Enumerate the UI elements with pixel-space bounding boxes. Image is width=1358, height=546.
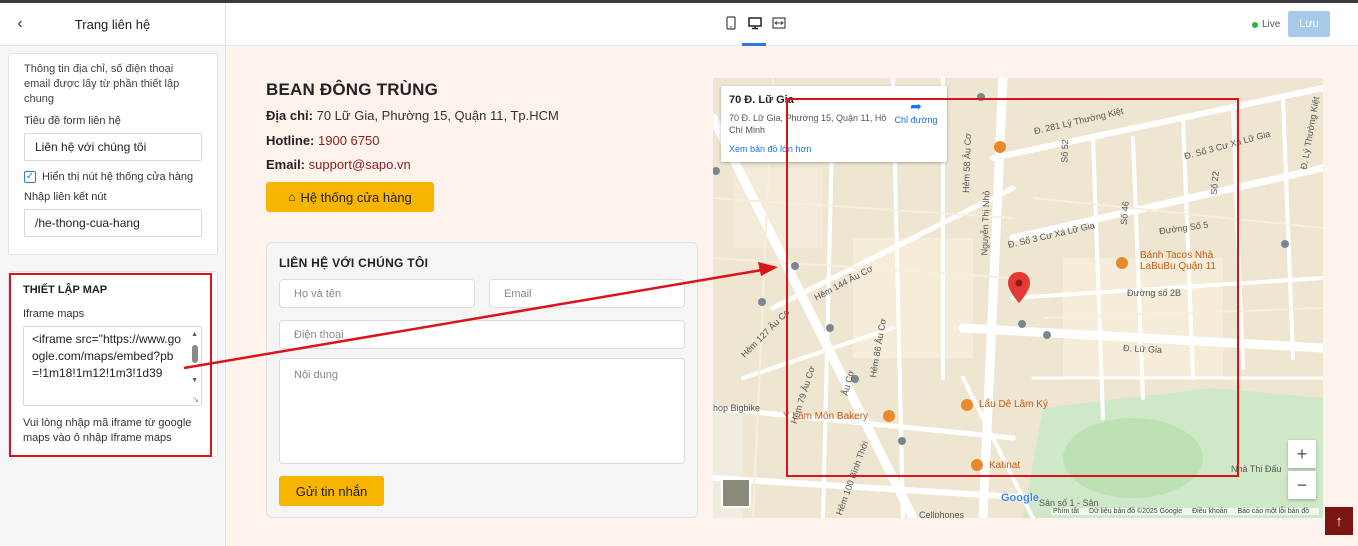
live-status: Live <box>1252 19 1280 30</box>
fullwidth-icon[interactable] <box>772 15 786 31</box>
terms-link[interactable]: Điều khoản <box>1192 508 1227 515</box>
email-input[interactable]: Email <box>489 279 685 308</box>
zoom-out-button[interactable]: − <box>1288 471 1316 499</box>
live-label: Live <box>1262 19 1281 30</box>
hotline-link[interactable]: 1900 6750 <box>318 133 379 148</box>
sidebar-header: ‹ Trang liên hệ <box>0 3 225 46</box>
editor-toolbar: Live Lưu <box>226 3 1358 46</box>
store-button-label: Hệ thống cửa hàng <box>300 189 412 205</box>
annotation-highlight-map-settings <box>9 273 212 457</box>
hotline-label: Hotline: <box>266 133 315 148</box>
sidebar-title: Trang liên hệ <box>74 16 151 32</box>
email-label: Email: <box>266 157 306 172</box>
back-arrow-icon[interactable]: ‹ <box>10 14 30 34</box>
map-label: Cellphones <box>919 510 965 518</box>
hotline-line: Hotline: 1900 6750 <box>266 133 379 148</box>
map-label: Sân số 1 - Sân <box>1039 498 1099 508</box>
address-line: Địa chỉ: 70 Lữ Gia, Phường 15, Quận 11, … <box>266 108 559 123</box>
map-footer: Phím tắt Dữ liệu bản đồ ©2025 Google Điề… <box>1051 508 1320 515</box>
show-store-button-label: Hiển thị nút hệ thống cửa hàng <box>42 171 194 183</box>
zoom-in-button[interactable]: + <box>1288 440 1316 468</box>
map-place-title: 70 Đ. Lữ Gia <box>729 94 794 106</box>
device-switcher <box>724 15 786 31</box>
desktop-icon[interactable] <box>748 15 762 31</box>
satellite-toggle[interactable] <box>721 478 751 508</box>
phone-input[interactable]: Điện thoại <box>279 320 685 349</box>
live-dot-icon <box>1252 21 1258 28</box>
map-data-text: Dữ liệu bản đồ ©2025 Google <box>1089 508 1183 515</box>
mobile-icon[interactable] <box>724 15 738 31</box>
contact-form-title: LIÊN HỆ VỚI CHÚNG TÔI <box>279 256 429 270</box>
google-logo: Google <box>1001 492 1039 504</box>
show-store-button-row[interactable]: ✓ Hiển thị nút hệ thống cửa hàng <box>24 171 202 183</box>
annotation-highlight-map <box>786 98 1239 477</box>
shop-name: BEAN ĐÔNG TRÙNG <box>266 80 439 99</box>
contact-form: LIÊN HỆ VỚI CHÚNG TÔI Họ và tên Email Đi… <box>266 242 698 518</box>
shortcuts-link[interactable]: Phím tắt <box>1053 508 1079 515</box>
address-label: Địa chỉ: <box>266 108 313 123</box>
link-label: Nhập liên kết nút <box>24 191 107 203</box>
form-title-input[interactable]: Liên hệ với chúng tôi <box>24 133 202 161</box>
send-message-button[interactable]: Gửi tin nhắn <box>279 476 384 506</box>
scroll-to-top-button[interactable]: ↑ <box>1325 507 1353 535</box>
email-link[interactable]: support@sapo.vn <box>309 157 411 172</box>
save-button[interactable]: Lưu <box>1288 11 1330 37</box>
map-label: hop Bigbike <box>713 403 761 413</box>
form-title-label: Tiêu đề form liên hệ <box>24 115 121 127</box>
message-textarea[interactable]: Nội dung <box>279 358 685 464</box>
contact-settings-card: Thông tin địa chỉ, số điện thoại email đ… <box>8 53 218 255</box>
name-input[interactable]: Họ và tên <box>279 279 475 308</box>
link-input[interactable]: /he-thong-cua-hang <box>24 209 202 237</box>
show-store-button-checkbox[interactable]: ✓ <box>24 171 36 183</box>
address-value: 70 Lữ Gia, Phường 15, Quận 11, Tp.HCM <box>316 108 559 123</box>
google-logo-text: Google <box>1001 492 1039 504</box>
email-line: Email: support@sapo.vn <box>266 157 411 172</box>
report-link[interactable]: Báo cáo một lỗi bản đồ <box>1238 508 1310 515</box>
house-icon: ⌂ <box>288 190 296 204</box>
info-note: Thông tin địa chỉ, số điện thoại email đ… <box>24 63 180 105</box>
store-system-button[interactable]: ⌂ Hệ thống cửa hàng <box>266 182 434 212</box>
